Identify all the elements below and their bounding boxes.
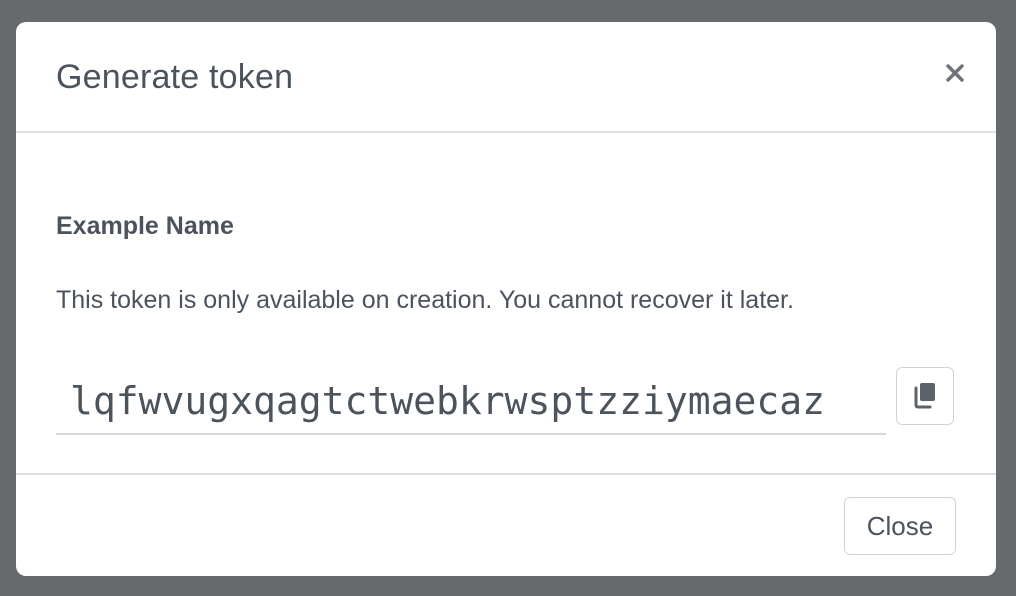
generate-token-dialog: Generate token Example Name This token i… [16,22,996,576]
dialog-body: Example Name This token is only availabl… [16,133,996,475]
close-button[interactable]: Close [844,497,956,555]
copy-button[interactable] [896,367,954,425]
token-note: This token is only available on creation… [56,286,794,314]
dialog-title: Generate token [56,58,294,96]
token-name: Example Name [56,212,234,240]
dialog-header: Generate token [16,22,996,133]
close-icon[interactable] [944,62,966,84]
token-input[interactable] [56,369,886,435]
copy-icon [912,381,938,412]
dialog-footer: Close [16,473,996,576]
